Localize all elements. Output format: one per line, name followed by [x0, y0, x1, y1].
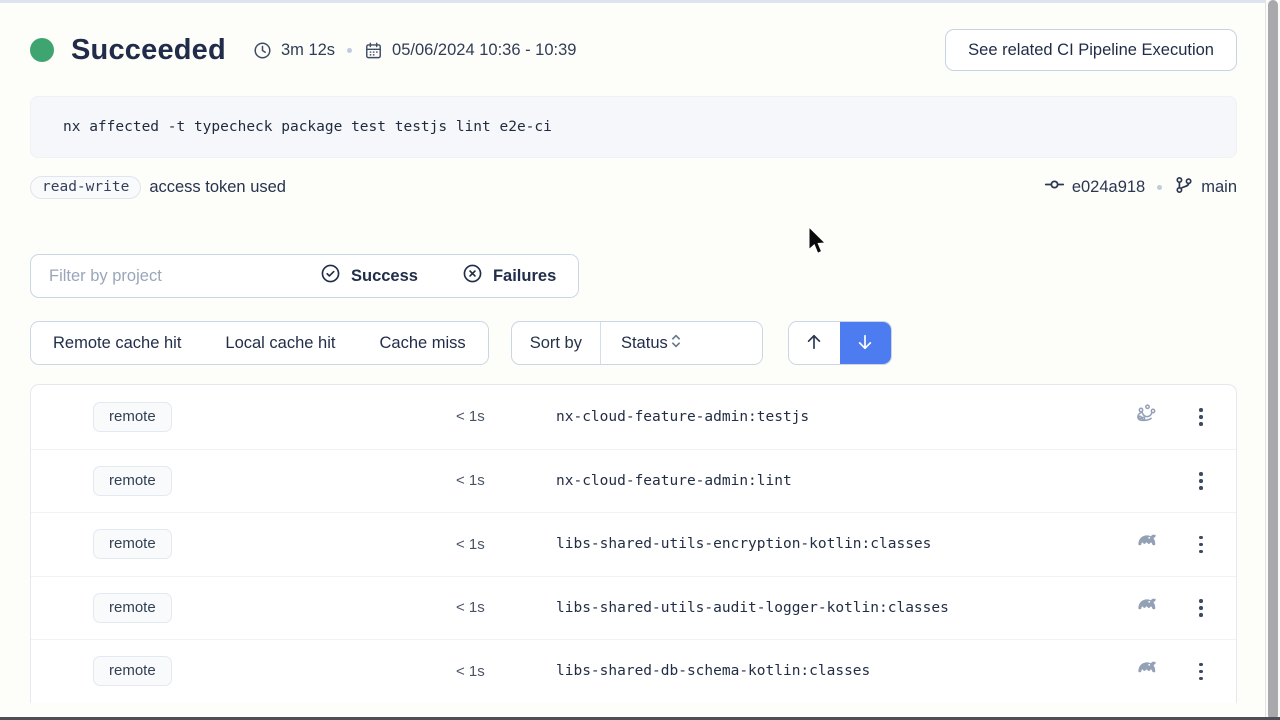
access-token-badge: read-write [30, 176, 141, 199]
task-name[interactable]: libs-shared-utils-encryption-kotlin:clas… [521, 536, 1126, 552]
sort-field-select[interactable]: Status [600, 322, 762, 364]
project-filter-group: Success Failures [30, 254, 579, 298]
cache-source-cell: remote [87, 529, 451, 559]
cache-source-badge: remote [93, 402, 172, 432]
cache-source-badge: remote [93, 466, 172, 496]
task-duration: < 1s [451, 472, 521, 489]
git-branch-icon [1174, 175, 1194, 200]
duration-meta: 3m 12s [253, 41, 335, 60]
run-detail-page: Succeeded 3m 12s 05/06/2024 10:36 - 10:3… [0, 27, 1280, 703]
task-name[interactable]: libs-shared-db-schema-kotlin:classes [521, 663, 1126, 679]
sort-ascending-button[interactable] [789, 322, 840, 364]
status-success-dot [30, 38, 54, 62]
failures-filter-button[interactable]: Failures [440, 255, 578, 297]
success-filter-button[interactable]: Success [298, 255, 440, 297]
arrow-down-icon [855, 332, 875, 355]
sort-by-label: Sort by [512, 322, 600, 364]
nx-command-text: nx affected -t typecheck package test te… [63, 119, 552, 135]
filter-bar: Success Failures [30, 254, 1237, 298]
page-title: Succeeded [71, 34, 226, 67]
filter-by-project-input[interactable] [31, 255, 298, 297]
dot-separator [1157, 185, 1162, 190]
task-row: remote < 1s libs-shared-utils-audit-logg… [31, 576, 1236, 640]
duration-text: 3m 12s [281, 41, 335, 60]
dot-separator [347, 48, 352, 53]
tech-icon-cell [1126, 402, 1166, 431]
page-scrollbar[interactable] [1265, 0, 1280, 720]
row-actions-cell [1166, 466, 1236, 496]
row-actions-cell [1166, 657, 1236, 687]
sort-direction-group [788, 321, 892, 365]
sort-field-value: Status [621, 334, 668, 353]
remote-cache-hit-button[interactable]: Remote cache hit [31, 322, 203, 364]
success-filter-label: Success [351, 267, 418, 286]
branch-name: main [1201, 178, 1237, 197]
gradle-icon [1134, 656, 1159, 686]
cache-source-badge: remote [93, 529, 172, 559]
row-menu-kebab-icon[interactable] [1193, 593, 1209, 623]
access-token-text: access token used [149, 178, 286, 197]
task-name[interactable]: nx-cloud-feature-admin:lint [521, 473, 1126, 489]
row-actions-cell [1166, 530, 1236, 560]
run-header: Succeeded 3m 12s 05/06/2024 10:36 - 10:3… [30, 27, 1237, 73]
row-menu-kebab-icon[interactable] [1193, 530, 1209, 560]
row-menu-kebab-icon[interactable] [1193, 657, 1209, 687]
row-menu-kebab-icon[interactable] [1193, 402, 1209, 432]
task-duration: < 1s [451, 408, 521, 425]
cache-source-badge: remote [93, 656, 172, 686]
task-duration: < 1s [451, 663, 521, 680]
sort-descending-button[interactable] [840, 322, 891, 364]
task-row: remote < 1s nx-cloud-feature-admin:testj… [31, 385, 1236, 449]
x-circle-icon [462, 263, 483, 289]
local-cache-hit-button[interactable]: Local cache hit [203, 322, 357, 364]
tech-icon-cell [1126, 593, 1166, 623]
row-actions-cell [1166, 402, 1236, 432]
calendar-icon [364, 41, 383, 60]
commit-icon [1044, 174, 1065, 200]
cache-miss-button[interactable]: Cache miss [357, 322, 487, 364]
task-list: remote < 1s nx-cloud-feature-admin:testj… [30, 384, 1237, 703]
task-row: remote < 1s libs-shared-utils-encryption… [31, 512, 1236, 576]
scrollbar-thumb[interactable] [1268, 0, 1278, 720]
cache-source-cell: remote [87, 402, 451, 432]
gradle-icon [1134, 593, 1159, 623]
chevron-up-down-icon [668, 332, 684, 355]
command-box: nx affected -t typecheck package test te… [30, 96, 1237, 158]
task-duration: < 1s [451, 536, 521, 553]
date-range-text: 05/06/2024 10:36 - 10:39 [392, 41, 576, 60]
row-actions-cell [1166, 593, 1236, 623]
cache-source-cell: remote [87, 466, 451, 496]
failures-filter-label: Failures [493, 267, 556, 286]
tech-icon-cell [1126, 656, 1166, 686]
arrow-up-icon [804, 332, 824, 355]
cache-filter-group: Remote cache hit Local cache hit Cache m… [30, 321, 489, 365]
check-circle-icon [320, 263, 341, 289]
token-row: read-write access token used e024a918 ma… [30, 173, 1237, 201]
task-row: remote < 1s libs-shared-db-schema-kotlin… [31, 639, 1236, 703]
task-row: remote < 1s nx-cloud-feature-admin:lint [31, 449, 1236, 513]
cache-sort-bar: Remote cache hit Local cache hit Cache m… [30, 321, 1237, 365]
tech-icon-cell [1126, 529, 1166, 559]
clock-icon [253, 41, 272, 60]
cache-source-badge: remote [93, 593, 172, 623]
cache-source-cell: remote [87, 593, 451, 623]
task-name[interactable]: nx-cloud-feature-admin:testjs [521, 409, 1126, 425]
jest-icon [1134, 402, 1158, 431]
date-meta: 05/06/2024 10:36 - 10:39 [364, 41, 576, 60]
commit-sha: e024a918 [1072, 178, 1145, 197]
task-name[interactable]: libs-shared-utils-audit-logger-kotlin:cl… [521, 600, 1126, 616]
cache-source-cell: remote [87, 656, 451, 686]
sort-group: Sort by Status [511, 321, 763, 365]
row-menu-kebab-icon[interactable] [1193, 466, 1209, 496]
see-related-pipeline-button[interactable]: See related CI Pipeline Execution [945, 29, 1237, 71]
task-duration: < 1s [451, 599, 521, 616]
gradle-icon [1134, 529, 1159, 559]
vcs-info: e024a918 main [1044, 174, 1237, 200]
